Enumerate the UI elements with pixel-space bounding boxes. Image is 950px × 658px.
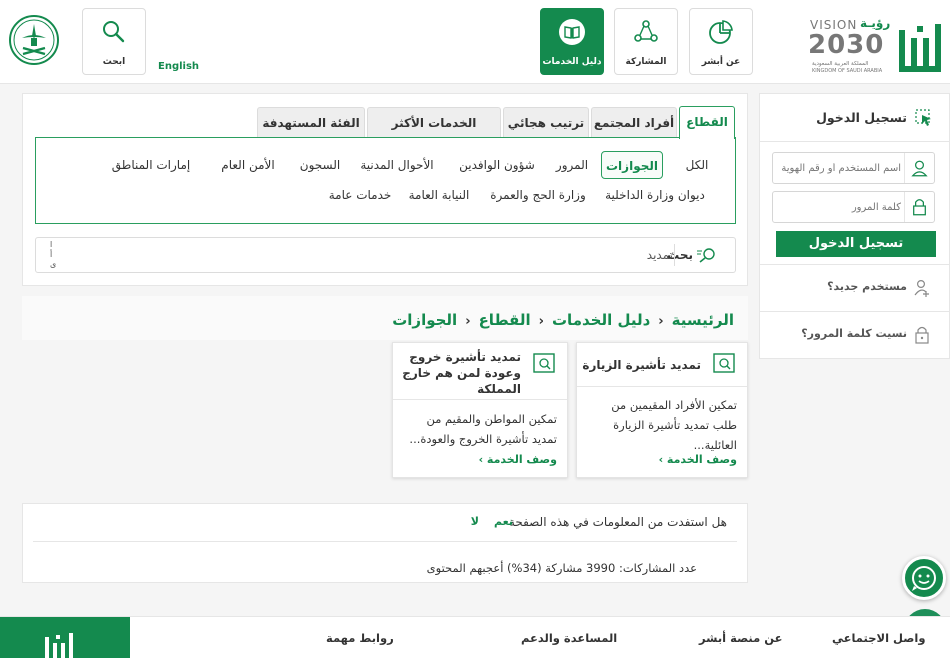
pie-chart-icon — [709, 20, 733, 44]
sector-chip-general-services[interactable]: خدمات عامة — [327, 181, 393, 209]
new-user-label[interactable]: مستخدم جديد؟ — [827, 280, 907, 293]
sector-chip-public-security[interactable]: الأمن العام — [215, 151, 281, 179]
forgot-password-link[interactable]: نسيت كلمة المرور؟ — [759, 311, 949, 357]
language-switch-link[interactable]: English — [158, 61, 199, 72]
sector-chip-moi-diwan[interactable]: ديوان وزارة الداخلية — [595, 181, 715, 209]
sector-chip-prisons[interactable]: السجون — [295, 151, 345, 179]
new-user-link[interactable]: مستخدم جديد؟ — [759, 264, 949, 310]
login-cursor-icon — [915, 109, 931, 126]
feedback-divider — [33, 541, 737, 542]
share-nodes-icon — [634, 20, 658, 42]
service-card[interactable]: تمديد تأشيرة خروج وعودة لمن هم خارج المم… — [392, 342, 568, 478]
services-filter-panel: القطاع أفراد المجتمع ترتيب هجائي الخدمات… — [22, 93, 748, 286]
search-edge-text: ا أ ى — [50, 240, 57, 269]
breadcrumb-home[interactable]: الرئيسية — [672, 311, 734, 329]
sector-chip-hajj-umrah[interactable]: وزارة الحج والعمرة — [485, 181, 591, 209]
login-button[interactable]: تسجيل الدخول — [776, 231, 936, 257]
nav-services-guide-label: دليل الخدمات — [542, 57, 602, 67]
nav-about-absher-button[interactable]: عن أبشر — [689, 8, 753, 75]
book-icon — [559, 19, 585, 45]
search-separator — [674, 244, 675, 266]
service-description-link[interactable]: وصف الخدمة › — [659, 453, 737, 466]
nav-search-button[interactable]: ابحث — [82, 8, 146, 75]
lock-icon — [904, 192, 926, 222]
nav-participation-button[interactable]: المشاركة — [614, 8, 678, 75]
username-input[interactable] — [777, 158, 901, 178]
nav-services-guide-button[interactable]: دليل الخدمات — [540, 8, 604, 75]
service-card-description: تمكين المواطن والمقيم من تمديد تأشيرة ال… — [409, 412, 557, 446]
feedback-no-button[interactable]: لا — [471, 515, 479, 528]
password-input[interactable] — [777, 197, 901, 217]
footer-help-heading: المساعدة والدعم — [521, 631, 618, 645]
service-search-icon — [533, 353, 555, 373]
login-title: تسجيل الدخول — [816, 110, 907, 125]
filter-tabs: القطاع أفراد المجتمع ترتيب هجائي الخدمات… — [35, 106, 735, 160]
sector-chip-traffic[interactable]: المرور — [547, 151, 597, 179]
breadcrumb-chevron-icon: ‹ — [538, 314, 544, 329]
top-header: ابحث English دليل الخدمات المشاركة عن أب… — [0, 0, 950, 84]
absher-footer-logo — [45, 633, 73, 658]
password-field[interactable] — [772, 191, 935, 223]
vision-kingdom-english: KINGDOM OF SAUDI ARABIA — [812, 68, 883, 74]
breadcrumb-passports[interactable]: الجوازات — [392, 311, 457, 329]
vision-kingdom-arabic: المملكة العربية السعودية — [812, 61, 869, 67]
breadcrumb-services-guide[interactable]: دليل الخدمات — [552, 311, 650, 329]
search-service-icon[interactable] — [697, 247, 717, 263]
sector-filter-box: الكل الجوازات المرور شؤون الوافدين الأحو… — [35, 137, 736, 224]
service-search-icon — [713, 353, 735, 373]
feedback-question: هل استفدت من المعلومات في هذه الصفحة — [508, 515, 727, 529]
nav-about-absher-label: عن أبشر — [701, 57, 741, 67]
vision-2030-logo: VISION رؤيـة 2030 المملكة العربية السعود… — [808, 14, 892, 76]
service-search-bar: بحث ا أ ى — [35, 237, 736, 273]
chat-smile-icon — [912, 566, 936, 591]
absher-logo[interactable] — [895, 10, 945, 76]
service-description-link[interactable]: وصف الخدمة › — [479, 453, 557, 466]
sector-chip-regions-emirates[interactable]: إمارات المناطق — [101, 151, 201, 179]
footer-social-heading: واصل الاجتماعي — [832, 631, 926, 645]
breadcrumb-chevron-icon: ‹ — [658, 314, 664, 329]
feedback-count: عدد المشاركات: 3990 مشاركة (34%) أعجبهم … — [426, 561, 697, 575]
sector-chip-all[interactable]: الكل — [673, 151, 721, 179]
breadcrumb: الرئيسية ‹ دليل الخدمات ‹ القطاع ‹ الجوازات — [392, 311, 734, 329]
footer-links-heading: روابط مهمة — [326, 631, 394, 645]
card-divider — [393, 399, 567, 400]
vision-year-text: 2030 — [808, 30, 885, 60]
lock-question-icon — [915, 326, 929, 344]
nav-search-label: ابحث — [102, 57, 126, 67]
tab-community-members[interactable]: أفراد المجتمع — [591, 107, 677, 138]
add-user-icon — [914, 279, 929, 297]
search-input[interactable] — [53, 244, 673, 266]
card-divider — [577, 386, 747, 387]
nav-participation-label: المشاركة — [625, 57, 667, 67]
service-card-description: تمكين الأفراد المقيمين من طلب تمديد تأشي… — [611, 398, 737, 452]
vision-arabic-text: رؤيـة — [860, 16, 891, 30]
sector-chip-passports[interactable]: الجوازات — [601, 151, 663, 179]
footer-brand-area — [0, 617, 130, 658]
tab-sector[interactable]: القطاع — [679, 106, 735, 139]
service-card-title[interactable]: تمديد تأشيرة خروج وعودة لمن هم خارج المم… — [401, 349, 521, 397]
service-card[interactable]: تمديد تأشيرة الزيارة تمكين الأفراد المقي… — [576, 342, 748, 478]
breadcrumb-sector[interactable]: القطاع — [479, 311, 531, 329]
feedback-yes-button[interactable]: نعم — [494, 515, 513, 528]
tab-target-group[interactable]: الفئة المستهدفة — [257, 107, 365, 138]
page-footer: واصل الاجتماعي عن منصة أبشر المساعدة وال… — [0, 616, 950, 658]
user-icon — [904, 153, 928, 183]
sector-chip-civil-affairs[interactable]: الأحوال المدنية — [351, 151, 443, 179]
sector-chip-expatriates[interactable]: شؤون الوافدين — [453, 151, 541, 179]
breadcrumb-chevron-icon: ‹ — [465, 314, 471, 329]
chat-support-button[interactable] — [902, 556, 946, 600]
service-card-title[interactable]: تمديد تأشيرة الزيارة — [582, 357, 701, 373]
footer-about-heading: عن منصة أبشر — [699, 631, 783, 645]
page-feedback-box: هل استفدت من المعلومات في هذه الصفحة نعم… — [22, 503, 748, 583]
login-header: تسجيل الدخول — [759, 94, 949, 142]
login-sidebar: تسجيل الدخول تسجيل الدخول مستخدم جديد؟ ن… — [759, 93, 950, 359]
tab-most-used[interactable]: الخدمات الأكثر استخدامًا — [367, 107, 501, 160]
tab-alphabetical[interactable]: ترتيب هجائي — [503, 107, 589, 138]
forgot-password-label[interactable]: نسيت كلمة المرور؟ — [801, 327, 907, 340]
saudi-emblem-logo[interactable] — [8, 14, 60, 66]
sector-chip-public-prosecution[interactable]: النيابة العامة — [399, 181, 479, 209]
username-field[interactable] — [772, 152, 935, 184]
search-icon — [103, 21, 125, 43]
